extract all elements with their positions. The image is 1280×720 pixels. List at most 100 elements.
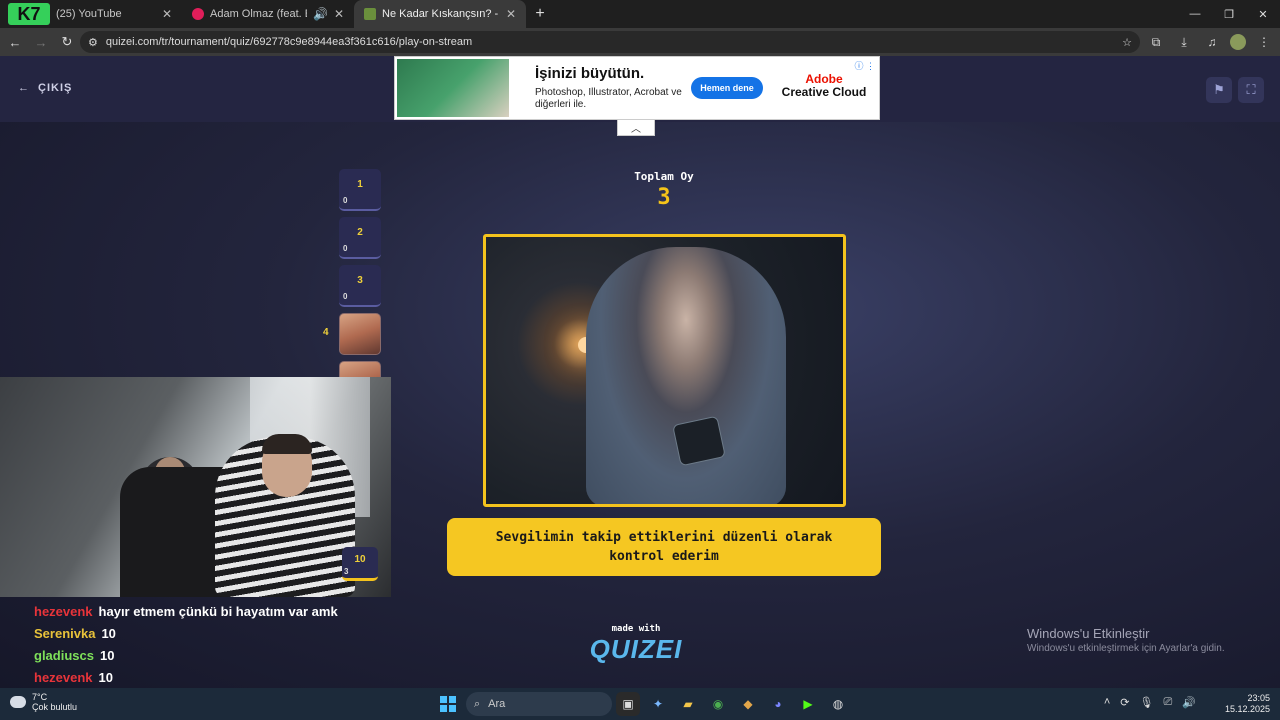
chat-username: hezevenk (34, 670, 93, 685)
tier-slot-3[interactable]: 3 0 (339, 265, 381, 307)
bookmark-star-icon[interactable]: ☆ (1122, 36, 1132, 49)
activation-watermark-subtitle: Windows'u etkinleştirmek için Ayarlar'a … (1027, 643, 1225, 654)
app-icon[interactable]: ◆ (736, 692, 760, 716)
cloud-icon (10, 696, 26, 708)
back-icon[interactable]: ← (2, 29, 28, 55)
arrow-left-icon: ← (18, 82, 30, 94)
activation-watermark-title: Windows'u Etkinleştir (1027, 626, 1150, 641)
slot-votes: 0 (343, 196, 348, 205)
ad-brand-line2: Creative Cloud (781, 85, 867, 99)
download-icon[interactable]: ⤓ (1174, 32, 1194, 52)
taskbar-clock[interactable]: 23:05 15.12.2025 (1225, 693, 1270, 715)
quizei-logo[interactable]: QUIZEI (586, 634, 686, 665)
woman-figure (586, 247, 786, 504)
fullscreen-button[interactable]: ⛶ (1238, 77, 1264, 103)
total-votes-label: Toplam Oy (634, 170, 694, 183)
chevron-up-icon[interactable]: ˄ (1104, 696, 1110, 709)
url-text: quizei.com/tr/tournament/quiz/692778c9e8… (105, 36, 473, 48)
close-tab-icon[interactable]: ✕ (162, 7, 172, 21)
system-tray: ˄ ⟳ 🎙 ⎚ 🔊 (1104, 696, 1196, 709)
url-field[interactable]: ⚙ quizei.com/tr/tournament/quiz/692778c9… (80, 31, 1140, 53)
question-image (483, 234, 846, 507)
browser-tab-bar: (25) YouTube ✕ Adam Olmaz (feat. Eypio, … (0, 0, 1280, 28)
chat-username: hezevenk (34, 604, 93, 619)
close-window-icon[interactable]: ✕ (1246, 0, 1280, 28)
site-info-icon[interactable]: ⚙ (88, 36, 98, 49)
start-button[interactable] (440, 696, 456, 712)
task-view-icon[interactable]: ▣ (616, 692, 640, 716)
network-icon[interactable]: ⎚ (1163, 696, 1172, 709)
clock-time: 23:05 (1247, 693, 1270, 703)
restore-icon[interactable]: ❐ (1212, 0, 1246, 28)
ad-body: Photoshop, Illustrator, Acrobat ve diğer… (535, 87, 682, 110)
slot-4-label: 4 (323, 327, 329, 338)
extensions-icon[interactable]: ⧉ (1146, 32, 1166, 52)
windows-logo-icon (440, 696, 447, 703)
chevron-up-icon: ︿ (631, 124, 641, 135)
tab-quiz[interactable]: Ne Kadar Kıskançsın? - Tier List ✕ (354, 0, 526, 28)
tier-slot-10[interactable]: 10 3 (342, 547, 378, 581)
quizei-favicon-icon (364, 8, 376, 20)
windows-logo-icon (449, 696, 456, 703)
profile-avatar[interactable] (1230, 34, 1246, 50)
menu-dots-icon[interactable]: ⋮ (1254, 32, 1274, 52)
music-favicon-icon (192, 8, 204, 20)
forward-icon[interactable]: → (28, 29, 54, 55)
tab-title: Adam Olmaz (feat. Eypio, C (210, 8, 307, 20)
exit-button[interactable]: ← ÇIKIŞ (18, 82, 72, 94)
tier-slot-2[interactable]: 2 0 (339, 217, 381, 259)
chat-text: 10 (101, 626, 116, 641)
ad-headline: İşinizi büyütün. (535, 65, 645, 82)
report-flag-button[interactable]: ⚑ (1206, 77, 1232, 103)
statement-card: Sevgilimin takip ettiklerini düzenli ola… (447, 518, 881, 576)
weather-widget[interactable]: 7°C Çok bulutlu (10, 692, 77, 712)
ad-info-icon[interactable]: ⓘ ⋮ (854, 59, 875, 72)
microphone-icon[interactable]: 🎙 (1140, 696, 1154, 709)
chat-username: gladiuscs (34, 648, 94, 663)
weather-desc: Çok bulutlu (32, 702, 78, 712)
reload-icon[interactable]: ↻ (54, 29, 80, 55)
taskbar-search[interactable]: ⌕ Ara (466, 692, 612, 716)
slot-votes: 0 (343, 244, 348, 253)
discord-icon[interactable]: ◕ (766, 692, 790, 716)
clock-date: 15.12.2025 (1224, 704, 1270, 714)
obs-icon[interactable]: ◍ (826, 692, 850, 716)
chat-message: hezevenk hayır etmem çünkü bi hayatım va… (34, 601, 354, 623)
slot-votes: 3 (344, 567, 349, 576)
slot-number: 2 (357, 227, 363, 238)
file-explorer-icon[interactable]: ▰ (676, 692, 700, 716)
volume-icon[interactable]: 🔊 (1182, 696, 1196, 709)
ad-image (397, 59, 509, 117)
tier-slot-1[interactable]: 1 0 (339, 169, 381, 211)
tab-adam-olmaz[interactable]: Adam Olmaz (feat. Eypio, C 🔊 ✕ (182, 0, 354, 28)
slot-number: 1 (357, 179, 363, 190)
streamer-hair (262, 434, 312, 454)
windows-logo-icon (449, 705, 456, 712)
chat-text: 10 (98, 670, 114, 685)
sync-icon[interactable]: ⟳ (1120, 696, 1129, 709)
tier-slot-4-image[interactable] (339, 313, 381, 355)
chat-message: hezevenk 10 (34, 667, 354, 688)
collapse-ad-button[interactable]: ︿ (617, 120, 655, 136)
copilot-icon[interactable]: ✦ (646, 692, 670, 716)
slot-number: 10 (354, 554, 366, 565)
chat-username: Serenivka (34, 626, 96, 641)
taskbar-apps: ▣ ✦ ▰ ◉ ◆ ◕ ▶ ◍ (616, 692, 850, 716)
windows-logo-icon (440, 705, 447, 712)
webcam-overlay (0, 377, 391, 597)
advertisement-banner[interactable]: İşinizi büyütün. Photoshop, Illustrator,… (394, 56, 880, 120)
kick-icon[interactable]: ▶ (796, 692, 820, 716)
search-placeholder: Ara (488, 698, 506, 710)
minimize-icon[interactable]: — (1178, 0, 1212, 28)
media-control-icon[interactable]: ♫ (1202, 32, 1222, 52)
speaker-icon[interactable]: 🔊 (313, 7, 328, 21)
chrome-icon[interactable]: ◉ (706, 692, 730, 716)
new-tab-button[interactable]: + (526, 0, 554, 28)
quiz-page: ← ÇIKIŞ ⚑ ⛶ İşinizi büyütün. Photoshop, … (0, 56, 1280, 688)
toolbar-icons: ⧉ ⤓ ♫ ⋮ (1146, 28, 1274, 56)
exit-label: ÇIKIŞ (38, 82, 73, 94)
close-tab-icon[interactable]: ✕ (506, 7, 516, 21)
close-tab-icon[interactable]: ✕ (334, 7, 344, 21)
ad-cta-button[interactable]: Hemen dene (691, 77, 763, 99)
search-icon: ⌕ (474, 697, 481, 710)
